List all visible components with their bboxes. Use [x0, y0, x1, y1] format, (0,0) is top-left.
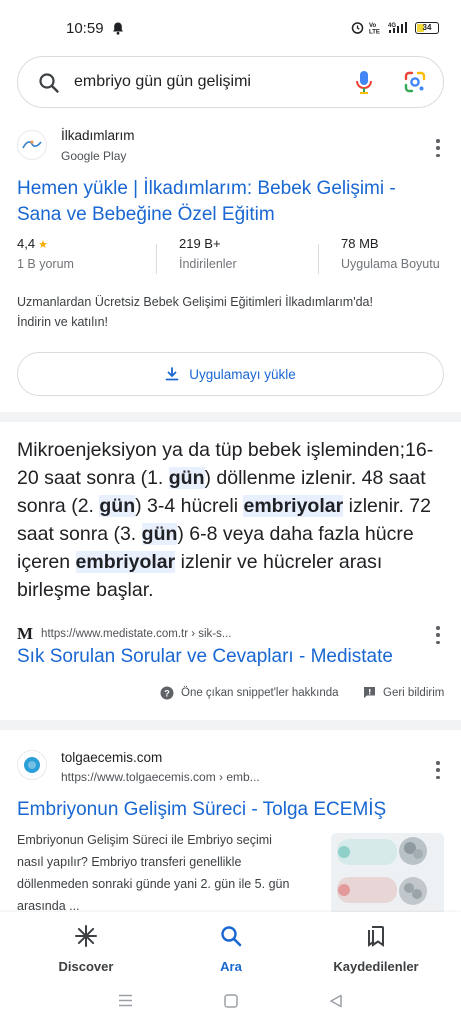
ilkadimlarim-logo-icon [22, 140, 42, 149]
app-result-title-line2: Sana ve Bebeğine Özel Eğitim [17, 204, 275, 225]
more-options-icon[interactable] [432, 139, 444, 157]
snippet-highlight: gün [99, 495, 136, 517]
tolga-favicon [17, 750, 47, 780]
result-thumbnail[interactable] [331, 833, 444, 915]
home-icon[interactable] [224, 994, 238, 1008]
install-app-label: Uygulamayı yükle [189, 366, 296, 382]
tolga-description-line1: Embriyonun Gelişim Süreci ile Embriyo se… [17, 833, 272, 847]
snippet-source[interactable]: M https://www.medistate.com.tr › sik-s..… [17, 624, 231, 644]
battery-percent: 34 [422, 22, 432, 32]
snippet-highlight: embriyolar [75, 551, 176, 573]
battery-icon: 34 [415, 21, 439, 34]
bookmarks-icon [368, 926, 384, 947]
status-time: 10:59 [66, 20, 104, 37]
nav-discover-label: Discover [58, 959, 114, 974]
ilkadimlarim-logo [17, 130, 47, 160]
install-app-button[interactable]: Uygulamayı yükle [17, 352, 444, 396]
tolga-description-line2: nasıl yapılır? Embriyo transferi genelli… [17, 855, 242, 869]
tolga-logo-icon [24, 757, 40, 773]
medistate-logo: M [17, 624, 34, 643]
status-bar: 10:59 Vo LTE 4G 34 [0, 0, 461, 52]
search-icon [221, 926, 242, 947]
more-options-icon[interactable] [432, 761, 444, 779]
rating-count: 1 B yorum [17, 257, 74, 271]
svg-text:Vo: Vo [369, 23, 377, 29]
rating-value: 4,4 [17, 236, 36, 251]
app-stats: 4,4 ★ 1 B yorum 219 B+ İndirilenler 78 M… [17, 236, 447, 278]
google-lens-icon[interactable] [403, 70, 427, 94]
star-icon: ★ [35, 239, 48, 251]
tolga-result-title[interactable]: Embriyonun Gelişim Süreci - Tolga ECEMİŞ [17, 797, 437, 823]
feedback-label: Geri bildirim [383, 686, 445, 699]
vo-lte-icon: Vo LTE [369, 23, 380, 35]
section-separator [0, 720, 461, 730]
nav-search[interactable]: Ara [161, 924, 301, 974]
search-icon[interactable] [38, 72, 60, 94]
about-snippets-link[interactable]: ? Öne çıkan snippet'ler hakkında [160, 686, 339, 700]
site-source: Google Play [61, 149, 127, 163]
featured-snippet-text: Mikroenjeksiyon ya da tüp bebek işlemind… [17, 436, 447, 604]
site-url[interactable]: https://www.tolgaecemis.com › emb... [61, 770, 260, 784]
help-icon: ? [160, 686, 174, 700]
tolga-description-line3: döllenmeden sonraki günde yani 2. gün il… [17, 877, 290, 891]
downloads-label: İndirilenler [179, 257, 237, 271]
snippet-result-title[interactable]: Sık Sorulan Sorular ve Cevapları - Medis… [17, 644, 437, 670]
snippet-highlight: gün [168, 467, 205, 489]
app-description-line1: Uzmanlardan Ücretsiz Bebek Gelişimi Eğit… [17, 295, 373, 309]
more-options-icon[interactable] [432, 626, 444, 644]
search-bar[interactable]: embriyo gün gün gelişimi [17, 56, 444, 108]
network-type: 4G [388, 23, 396, 29]
snippet-segment: ) 3-4 hücreli [135, 495, 244, 517]
nav-saved-label: Kaydedilenler [333, 959, 419, 974]
signal-icon: 4G [388, 22, 407, 33]
download-icon [165, 367, 179, 381]
svg-text:LTE: LTE [369, 30, 380, 35]
recents-icon[interactable] [118, 994, 133, 1007]
tolga-description: Embriyonun Gelişim Süreci ile Embriyo se… [17, 829, 317, 917]
system-navigation-bar [0, 980, 461, 1024]
feedback-icon [364, 687, 375, 698]
rating-stat: 4,4 ★ 1 B yorum [17, 236, 74, 271]
back-icon[interactable] [329, 994, 343, 1008]
bottom-navigation: Discover Ara Kaydedilenler [0, 912, 461, 980]
app-result-title[interactable]: Hemen yükle | İlkadımlarım: Bebek Gelişi… [17, 176, 437, 228]
size-value: 78 MB [341, 236, 379, 251]
svg-text:?: ? [164, 689, 170, 699]
size-stat: 78 MB Uygulama Boyutu [341, 236, 440, 271]
nav-discover[interactable]: Discover [16, 924, 156, 974]
section-separator [0, 412, 461, 422]
snippet-highlight: embriyolar [243, 495, 344, 517]
size-label: Uygulama Boyutu [341, 257, 440, 271]
nav-search-label: Ara [220, 959, 242, 974]
feedback-link[interactable]: Geri bildirim [363, 686, 444, 699]
divider [156, 244, 157, 274]
downloads-value: 219 B+ [179, 236, 221, 251]
app-description-line2: İndirin ve katılın! [17, 315, 109, 329]
search-input[interactable]: embriyo gün gün gelişimi [74, 73, 251, 91]
site-name: İlkadımlarım [61, 128, 135, 143]
app-result-title-line1: Hemen yükle | İlkadımlarım: Bebek Gelişi… [17, 178, 396, 199]
downloads-stat: 219 B+ İndirilenler [179, 236, 237, 271]
about-snippets-label: Öne çıkan snippet'ler hakkında [181, 687, 339, 699]
divider [318, 244, 319, 274]
mic-icon[interactable] [354, 70, 374, 96]
bell-icon [113, 22, 123, 35]
embryo-image [331, 833, 444, 915]
nav-saved[interactable]: Kaydedilenler [306, 924, 446, 974]
site-name: tolgaecemis.com [61, 750, 163, 765]
asterisk-icon [75, 925, 97, 947]
snippet-source-url[interactable]: https://www.medistate.com.tr › sik-s... [41, 628, 231, 640]
app-description: Uzmanlardan Ücretsiz Bebek Gelişimi Eğit… [17, 292, 437, 332]
status-icons: Vo LTE 4G 34 [351, 21, 439, 34]
alarm-icon [351, 22, 364, 34]
snippet-highlight: gün [141, 523, 178, 545]
